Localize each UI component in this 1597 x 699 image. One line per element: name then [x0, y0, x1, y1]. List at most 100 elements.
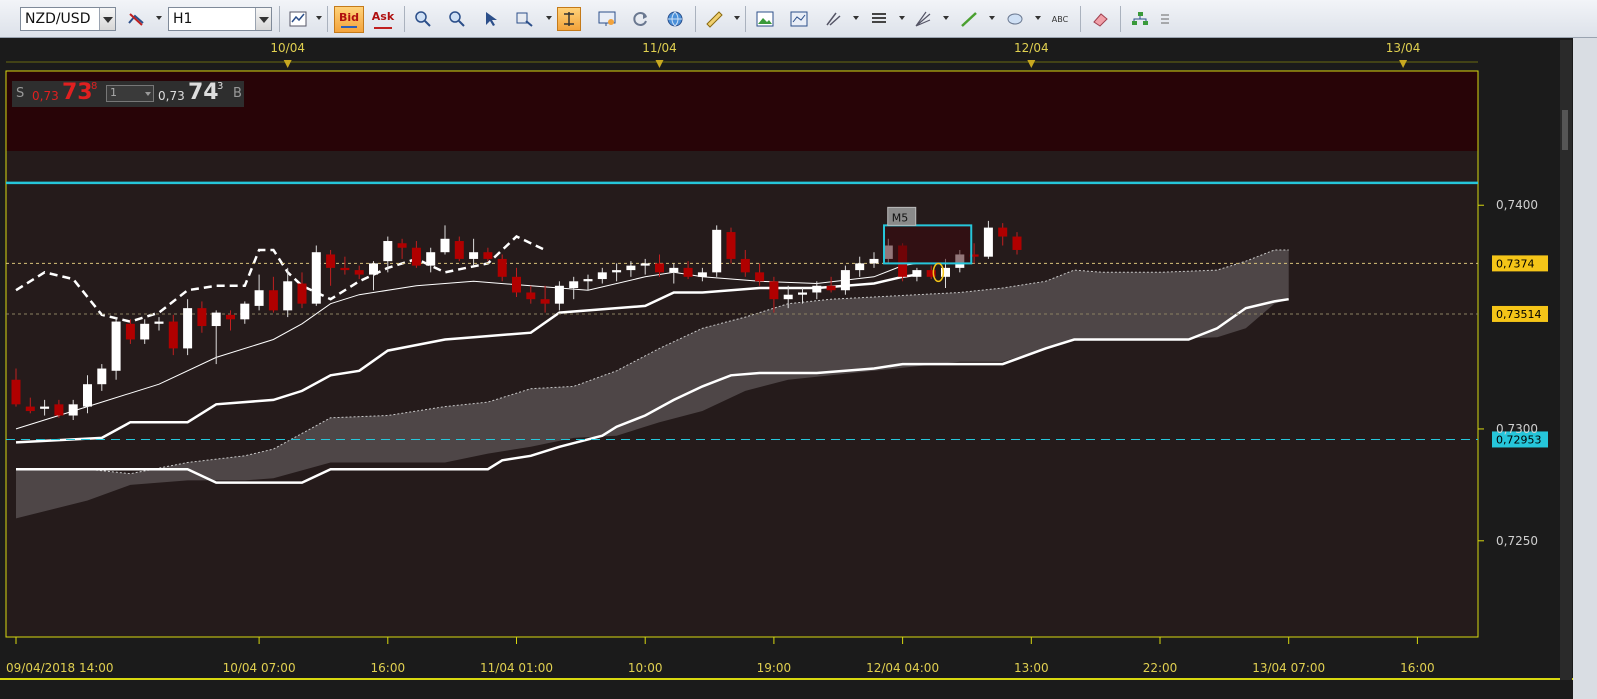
ellipse-icon: [1007, 13, 1023, 25]
chevron-down-icon[interactable]: [156, 16, 162, 20]
candle-body: [140, 323, 150, 340]
chevron-down-icon[interactable]: [99, 8, 115, 30]
top-date-label: 12/04: [1014, 41, 1049, 55]
chevron-down-icon[interactable]: [989, 16, 995, 20]
sell-price-big[interactable]: 73: [62, 80, 93, 105]
candle-body: [226, 314, 235, 320]
text-tool-label: ABC: [1051, 14, 1069, 24]
sell-price-fraction[interactable]: 8: [91, 81, 97, 92]
toolbar-overflow-button[interactable]: [1158, 7, 1172, 31]
time-label: 13/04 07:00: [1252, 661, 1325, 675]
zoom-in-button[interactable]: [411, 7, 435, 31]
time-label: 16:00: [371, 661, 406, 675]
drawing-tools-button[interactable]: [821, 7, 845, 31]
candle-body: [697, 272, 707, 277]
zoom-tool-button[interactable]: [513, 7, 537, 31]
image-button[interactable]: [753, 7, 777, 31]
candle-body: [240, 303, 250, 320]
fan-icon: [915, 11, 931, 27]
candle-body: [855, 263, 865, 271]
candle-body: [840, 270, 850, 291]
time-label: 13:00: [1014, 661, 1049, 675]
candle-body: [83, 384, 92, 407]
candle-body: [655, 263, 664, 273]
buy-price-big[interactable]: 74: [188, 80, 219, 105]
time-label: 16:00: [1400, 661, 1435, 675]
bid-button[interactable]: Bid: [334, 6, 364, 33]
crosshair-button[interactable]: [557, 7, 581, 31]
hierarchy-icon: [1132, 12, 1148, 25]
candle-body: [812, 285, 822, 293]
cursor-button[interactable]: [479, 7, 503, 31]
candle-body: [497, 258, 507, 277]
eraser-button[interactable]: [1088, 7, 1112, 31]
globe-button[interactable]: [663, 7, 687, 31]
price-chart[interactable]: 0,73740,735140,72953 M5 0,74000,73000,72…: [0, 38, 1573, 699]
symbol-settings-icon[interactable]: [124, 7, 148, 31]
fan-tool-button[interactable]: [911, 7, 935, 31]
candle-body: [983, 227, 993, 257]
candle-body: [97, 368, 107, 385]
magnifier-icon: [516, 12, 533, 27]
buy-price-prefix[interactable]: 0,73: [158, 89, 185, 103]
chevron-down-icon[interactable]: [1035, 16, 1041, 20]
trendline-button[interactable]: [957, 7, 981, 31]
candle-body: [311, 252, 321, 304]
time-label: 12/04 04:00: [866, 661, 939, 675]
candle-body: [583, 279, 593, 282]
chevron-down-icon[interactable]: [853, 16, 859, 20]
timeframe-select[interactable]: H1: [168, 7, 272, 31]
refresh-button[interactable]: [629, 7, 653, 31]
chevron-down-icon[interactable]: [546, 16, 552, 20]
candle-body: [540, 299, 550, 304]
candle-body: [340, 267, 350, 271]
layout-button[interactable]: [1128, 7, 1152, 31]
ruler-button[interactable]: [702, 7, 726, 31]
crosshair-icon: [564, 12, 574, 26]
overflow-icon: [1161, 14, 1169, 24]
chevron-down-icon[interactable]: [255, 8, 271, 30]
buy-price-fraction[interactable]: 3: [217, 81, 223, 92]
template-button[interactable]: [787, 7, 811, 31]
candle-body: [211, 312, 221, 327]
candle-body: [440, 238, 450, 253]
chevron-down-icon[interactable]: [316, 16, 322, 20]
candle-body: [354, 270, 364, 275]
window-edge: [1573, 38, 1597, 699]
chevron-down-icon[interactable]: [943, 16, 949, 20]
scrollbar-thumb[interactable]: [1562, 110, 1568, 150]
candle-body: [740, 258, 750, 273]
image-icon: [756, 11, 774, 27]
crossed-chart-icon: [128, 13, 144, 26]
ask-button[interactable]: Ask: [368, 6, 398, 33]
chevron-down-icon[interactable]: [899, 16, 905, 20]
candle-body: [783, 294, 793, 300]
trendline-icon: [961, 12, 977, 27]
candle-body: [154, 321, 164, 324]
refresh-icon: [633, 12, 647, 26]
text-tool-button[interactable]: ABC: [1048, 7, 1072, 31]
timeframe-value: H1: [173, 11, 193, 27]
y-tick-label: 0,7400: [1496, 198, 1538, 212]
candle-body: [54, 404, 64, 416]
candle-body: [998, 227, 1008, 237]
annotation-box: [883, 224, 973, 265]
screenshot-button[interactable]: [595, 7, 619, 31]
time-label: 09/04/2018 14:00: [6, 661, 114, 675]
candle-body: [40, 406, 50, 409]
ellipse-button[interactable]: [1003, 7, 1027, 31]
sell-price-prefix[interactable]: 0,73: [32, 89, 59, 103]
zoom-out-button[interactable]: [445, 7, 469, 31]
chevron-down-icon[interactable]: [734, 16, 740, 20]
symbol-select[interactable]: NZD/USD: [20, 7, 116, 31]
candle-body: [826, 285, 836, 291]
candle-body: [369, 263, 378, 275]
lot-size-select[interactable]: 1: [106, 85, 154, 102]
indicators-button[interactable]: [867, 7, 891, 31]
candle-body: [411, 247, 421, 266]
time-label: 10/04 07:00: [223, 661, 296, 675]
chart-type-button[interactable]: [286, 7, 310, 31]
candle-body: [68, 404, 78, 416]
candle-body: [726, 232, 736, 259]
candle-body: [755, 272, 765, 282]
